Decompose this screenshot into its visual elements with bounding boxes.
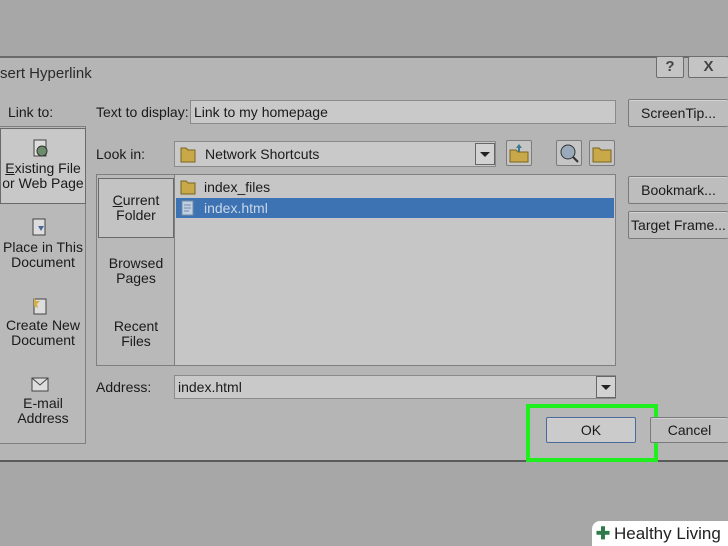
html-file-icon: [181, 200, 194, 216]
watermark-text: Healthy Living: [614, 524, 721, 543]
existing-file-icon: [33, 139, 48, 157]
link-email-line2: Address: [17, 410, 69, 426]
tab-current-line1: urrent: [122, 192, 160, 208]
link-place-line2: Document: [11, 254, 75, 270]
open-folder-icon: [592, 147, 612, 163]
link-create-line2: Document: [11, 332, 75, 348]
tab-recent-line1: Recent: [113, 318, 159, 334]
link-existing-line1: xisting File: [14, 160, 81, 176]
chevron-down-icon: [601, 385, 611, 390]
browse-web-icon: [560, 144, 579, 163]
browse-web-button[interactable]: [556, 140, 582, 166]
file-name: index_files: [204, 179, 271, 195]
link-place-in-document[interactable]: Place in This Document: [0, 214, 86, 276]
address-input[interactable]: index.html: [174, 375, 616, 399]
look-in-select[interactable]: Network Shortcuts: [174, 141, 496, 167]
tab-recent-line2: Files: [121, 333, 151, 349]
plus-icon: ✚: [595, 524, 611, 543]
tab-recent-files[interactable]: Recent Files: [98, 319, 174, 349]
ok-button[interactable]: OK: [546, 417, 636, 443]
tab-current-folder[interactable]: Current Folder: [98, 178, 174, 238]
browse-file-button[interactable]: [589, 140, 615, 166]
email-icon: [31, 377, 49, 392]
folder-icon: [180, 147, 196, 163]
cancel-button[interactable]: Cancel: [650, 417, 728, 443]
up-folder-icon: [509, 144, 529, 163]
dialog-title: sert Hyperlink: [0, 65, 92, 82]
tab-browsed-line2: Pages: [116, 270, 156, 286]
link-existing-file[interactable]: Existing File or Web Page: [0, 128, 86, 204]
target-frame-button[interactable]: Target Frame...: [628, 211, 728, 239]
list-item[interactable]: index.html: [176, 198, 614, 218]
list-item[interactable]: index_files: [176, 177, 614, 197]
link-email-address[interactable]: E-mail Address: [0, 370, 86, 432]
link-create-new-document[interactable]: Create New Document: [0, 292, 86, 354]
healthy-living-watermark: ✚ Healthy Living: [592, 521, 728, 546]
chevron-down-icon: [480, 152, 490, 157]
create-new-document-icon: [33, 297, 47, 315]
look-in-dropdown-button[interactable]: [475, 143, 495, 165]
bookmark-button[interactable]: Bookmark...: [628, 176, 728, 204]
tab-browsed-line1: Browsed: [108, 255, 164, 271]
tab-current-line2: Folder: [116, 207, 156, 223]
look-in-value: Network Shortcuts: [205, 146, 320, 162]
look-in-label: Look in:: [96, 146, 146, 162]
link-create-line1: Create New: [6, 317, 80, 333]
link-email-line1: E-mail: [23, 395, 63, 411]
link-place-line1: Place in This: [3, 239, 83, 255]
help-button[interactable]: ?: [656, 56, 684, 78]
up-one-folder-button[interactable]: [506, 140, 532, 166]
tab-browsed-pages[interactable]: Browsed Pages: [98, 256, 174, 286]
address-dropdown-button[interactable]: [596, 376, 616, 398]
folder-icon: [180, 180, 196, 195]
file-name: index.html: [204, 200, 268, 216]
address-label: Address:: [96, 379, 152, 395]
close-button[interactable]: X: [688, 56, 728, 78]
screentip-button[interactable]: ScreenTip...: [628, 99, 728, 127]
link-existing-line2: or Web Page: [2, 175, 84, 191]
text-to-display-input[interactable]: Link to my homepage: [190, 100, 616, 124]
place-in-document-icon: [32, 218, 46, 236]
link-to-label: Link to:: [8, 104, 54, 120]
text-to-display-label: Text to display:: [96, 104, 189, 120]
